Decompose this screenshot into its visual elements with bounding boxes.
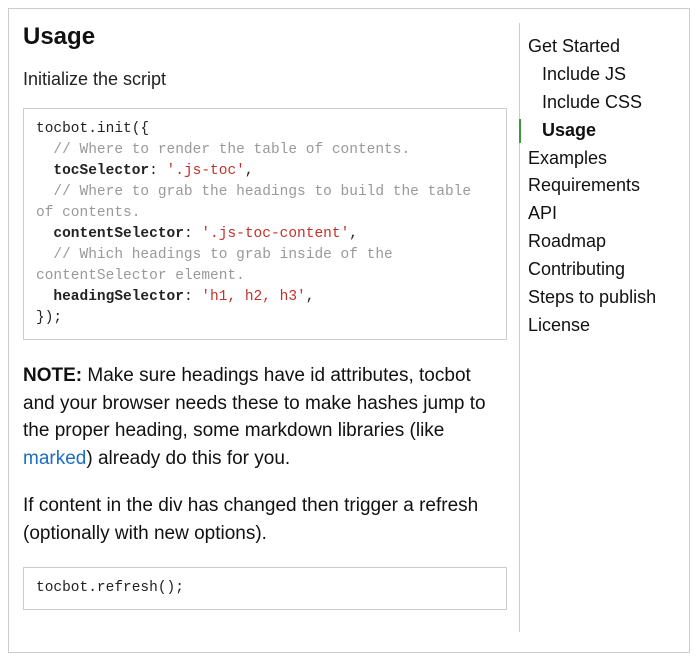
code-punct: , [306,289,315,305]
marked-link[interactable]: marked [23,448,86,469]
note-paragraph: NOTE: Make sure headings have id attribu… [23,362,507,472]
code-line: tocbot.init({ [36,121,149,137]
code-string: 'h1, h2, h3' [201,289,305,305]
code-comment: // Which headings to grab inside of the … [36,247,401,284]
toc-contributing[interactable]: Contributing [528,256,681,284]
page-container: Usage Initialize the script tocbot.init(… [8,8,690,653]
code-key: contentSelector [36,226,184,242]
code-key: tocSelector [36,163,149,179]
code-string: '.js-toc' [167,163,245,179]
toc-requirements[interactable]: Requirements [528,172,681,200]
toc-active-indicator: Usage [528,117,681,145]
code-key: headingSelector [36,289,184,305]
note-text: Make sure headings have id attributes, t… [23,365,486,441]
toc-usage[interactable]: Usage [528,117,681,145]
toc-examples[interactable]: Examples [528,145,681,173]
note-text: ) already do this for you. [86,448,290,469]
section-heading: Usage [23,23,507,51]
refresh-paragraph: If content in the div has changed then t… [23,492,507,547]
code-block-init: tocbot.init({ // Where to render the tab… [23,108,507,340]
main-content: Usage Initialize the script tocbot.init(… [23,23,507,632]
toc-license[interactable]: License [528,312,681,340]
toc-get-started[interactable]: Get Started [528,33,681,61]
intro-text: Initialize the script [23,69,507,90]
toc-include-js[interactable]: Include JS [528,61,681,89]
code-comment: // Where to render the table of contents… [36,142,410,158]
note-label: NOTE: [23,365,82,386]
code-line: }); [36,310,62,326]
table-of-contents: Get Started Include JS Include CSS Usage… [519,23,681,632]
code-block-refresh: tocbot.refresh(); [23,567,507,610]
toc-api[interactable]: API [528,200,681,228]
code-comment: // Where to grab the headings to build t… [36,184,480,221]
code-punct: , [245,163,254,179]
toc-include-css[interactable]: Include CSS [528,89,681,117]
code-string: '.js-toc-content' [201,226,349,242]
toc-roadmap[interactable]: Roadmap [528,228,681,256]
code-punct: , [349,226,358,242]
toc-steps-to-publish[interactable]: Steps to publish [528,284,681,312]
